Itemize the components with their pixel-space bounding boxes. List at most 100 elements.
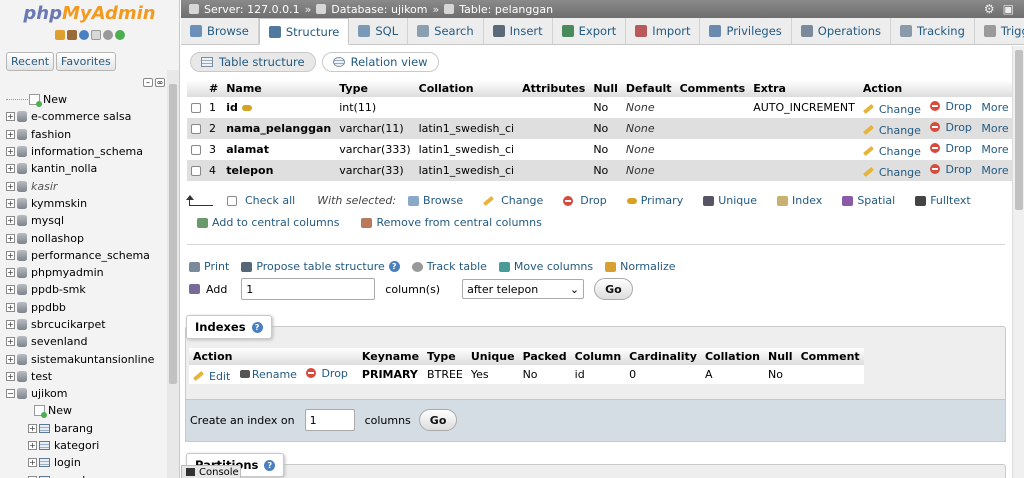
drop-button[interactable]: Drop [930,100,972,113]
table-row[interactable]: 1 id int(11) No None AUTO_INCREMENT Chan… [187,97,1012,118]
tab-relation-view[interactable]: Relation view [321,52,439,72]
nav-scrollbar-thumb[interactable] [169,84,177,384]
tree-table-item[interactable]: + login [6,454,179,471]
nav-scrollbar[interactable] [167,70,179,478]
tab-structure[interactable]: Structure [258,18,350,45]
tree-database-item[interactable]: + e-commerce salsa [6,108,179,125]
help-icon[interactable]: ? [388,261,400,272]
tab-table-structure[interactable]: Table structure [190,52,316,72]
change-button[interactable]: Change [862,145,921,158]
create-index-go-button[interactable]: Go [418,409,458,431]
col-header-extra[interactable]: Extra [749,80,859,97]
breadcrumb-table[interactable]: Table: pelanggan [459,3,553,16]
add-columns-count-input[interactable] [241,278,376,300]
index-edit-button[interactable]: Edit [193,370,230,383]
help-icon[interactable] [78,30,89,40]
bulk-fulltext-button[interactable]: Fulltext [915,194,971,207]
tab-import[interactable]: Import [626,18,701,44]
col-header-type[interactable]: Type [335,80,415,97]
expand-icon[interactable]: + [6,302,15,312]
tree-database-item[interactable]: + sistemakuntansionline [6,350,179,367]
page-scrollbar-thumb[interactable] [1015,50,1023,210]
tree-database-item[interactable]: + test [6,368,179,385]
check-all-label[interactable]: Check all [245,194,295,207]
tree-database-item[interactable]: + mysql [6,212,179,229]
recent-tab[interactable]: Recent [6,52,55,71]
expand-icon[interactable]: + [6,337,15,347]
more-button[interactable]: More [981,143,1008,156]
tab-tracking[interactable]: Tracking [891,18,975,44]
bulk-drop-button[interactable]: Drop [563,194,607,207]
create-index-count-input[interactable] [304,409,355,431]
add-central-columns-button[interactable]: Add to central columns [197,216,339,229]
column-name[interactable]: id [226,101,238,114]
logout-icon[interactable] [66,30,77,40]
tab-operations[interactable]: Operations [791,18,891,44]
breadcrumb-server[interactable]: Server: 127.0.0.1 [204,3,300,16]
tree-database-item[interactable]: + kasir [6,177,179,194]
tree-database-item[interactable]: + fashion [6,126,179,143]
expand-icon[interactable]: + [6,198,15,208]
tree-database-item[interactable]: + nollashop [6,229,179,246]
tab-sql[interactable]: SQL [349,18,409,44]
page-scrollbar[interactable] [1012,46,1024,478]
print-link[interactable]: Print [189,260,229,273]
tree-database-item[interactable]: + sbrcucikarpet [6,316,179,333]
help-icon[interactable]: ? [251,321,263,333]
column-name[interactable]: telepon [226,164,273,177]
column-name[interactable]: alamat [226,143,269,156]
change-button[interactable]: Change [862,166,921,179]
expand-icon[interactable]: + [6,320,15,329]
table-row[interactable]: 4 telepon varchar(33) latin1_swedish_ci … [187,160,1012,181]
tree-table-item[interactable]: +member [6,472,179,478]
row-checkbox[interactable] [191,124,201,134]
drop-button[interactable]: Drop [930,121,972,134]
col-header-comments[interactable]: Comments [675,80,750,97]
expand-icon[interactable]: + [6,216,15,226]
change-button[interactable]: Change [862,103,921,116]
tree-database-item[interactable]: + ppdbb [6,299,179,316]
tree-database-item[interactable]: + kymmskin [6,195,179,212]
expand-icon[interactable]: + [6,129,15,139]
move-columns-link[interactable]: Move columns [498,260,593,273]
track-table-link[interactable]: Track table [411,260,487,273]
check-all-checkbox[interactable] [227,195,237,206]
drop-button[interactable]: Drop [930,163,972,176]
expand-icon[interactable]: + [6,181,15,191]
add-columns-position-select[interactable]: after telepon ⌄ [462,279,585,299]
table-row[interactable]: 2 nama_pelanggan varchar(11) latin1_swed… [187,118,1012,139]
expand-icon[interactable]: + [6,354,15,364]
row-checkbox[interactable] [191,145,201,155]
col-header-collation[interactable]: Collation [414,80,519,97]
tree-database-item[interactable]: + sevenland [6,333,179,350]
tree-table-item[interactable]: + barang [6,420,179,437]
drop-button[interactable]: Drop [930,142,972,155]
add-columns-go-button[interactable]: Go [594,278,633,300]
col-header-default[interactable]: Default [621,80,676,97]
row-checkbox[interactable] [191,103,201,113]
tab-export[interactable]: Export [552,18,627,44]
expand-icon[interactable]: + [6,268,15,278]
tree-database-item[interactable]: + performance_schema [6,247,179,264]
phpmyadmin-logo[interactable]: phpMyAdmin [0,0,179,28]
tree-database-item[interactable]: − ujikom [6,385,179,402]
tree-new-item[interactable]: New [6,91,179,108]
tab-insert[interactable]: Insert [483,18,553,44]
normalize-link[interactable]: Normalize [605,260,676,273]
favorites-tab[interactable]: Favorites [56,52,116,71]
expand-icon[interactable]: + [6,233,15,243]
column-name[interactable]: nama_pelanggan [226,122,331,135]
settings-icon[interactable] [102,30,113,40]
home-icon[interactable] [54,30,65,40]
expand-icon[interactable]: + [6,147,15,157]
remove-central-columns-button[interactable]: Remove from central columns [361,216,542,229]
expand-icon[interactable]: + [28,458,37,468]
col-header-attributes[interactable]: Attributes [518,80,590,97]
expand-icon[interactable]: + [6,164,15,174]
bulk-primary-button[interactable]: Primary [626,194,683,207]
tree-new-item[interactable]: New [6,402,179,419]
expand-icon[interactable]: + [28,423,37,433]
propose-structure-link[interactable]: Propose table structure? [241,260,400,273]
more-button[interactable]: More [981,122,1008,135]
bulk-spatial-button[interactable]: Spatial [842,194,895,207]
